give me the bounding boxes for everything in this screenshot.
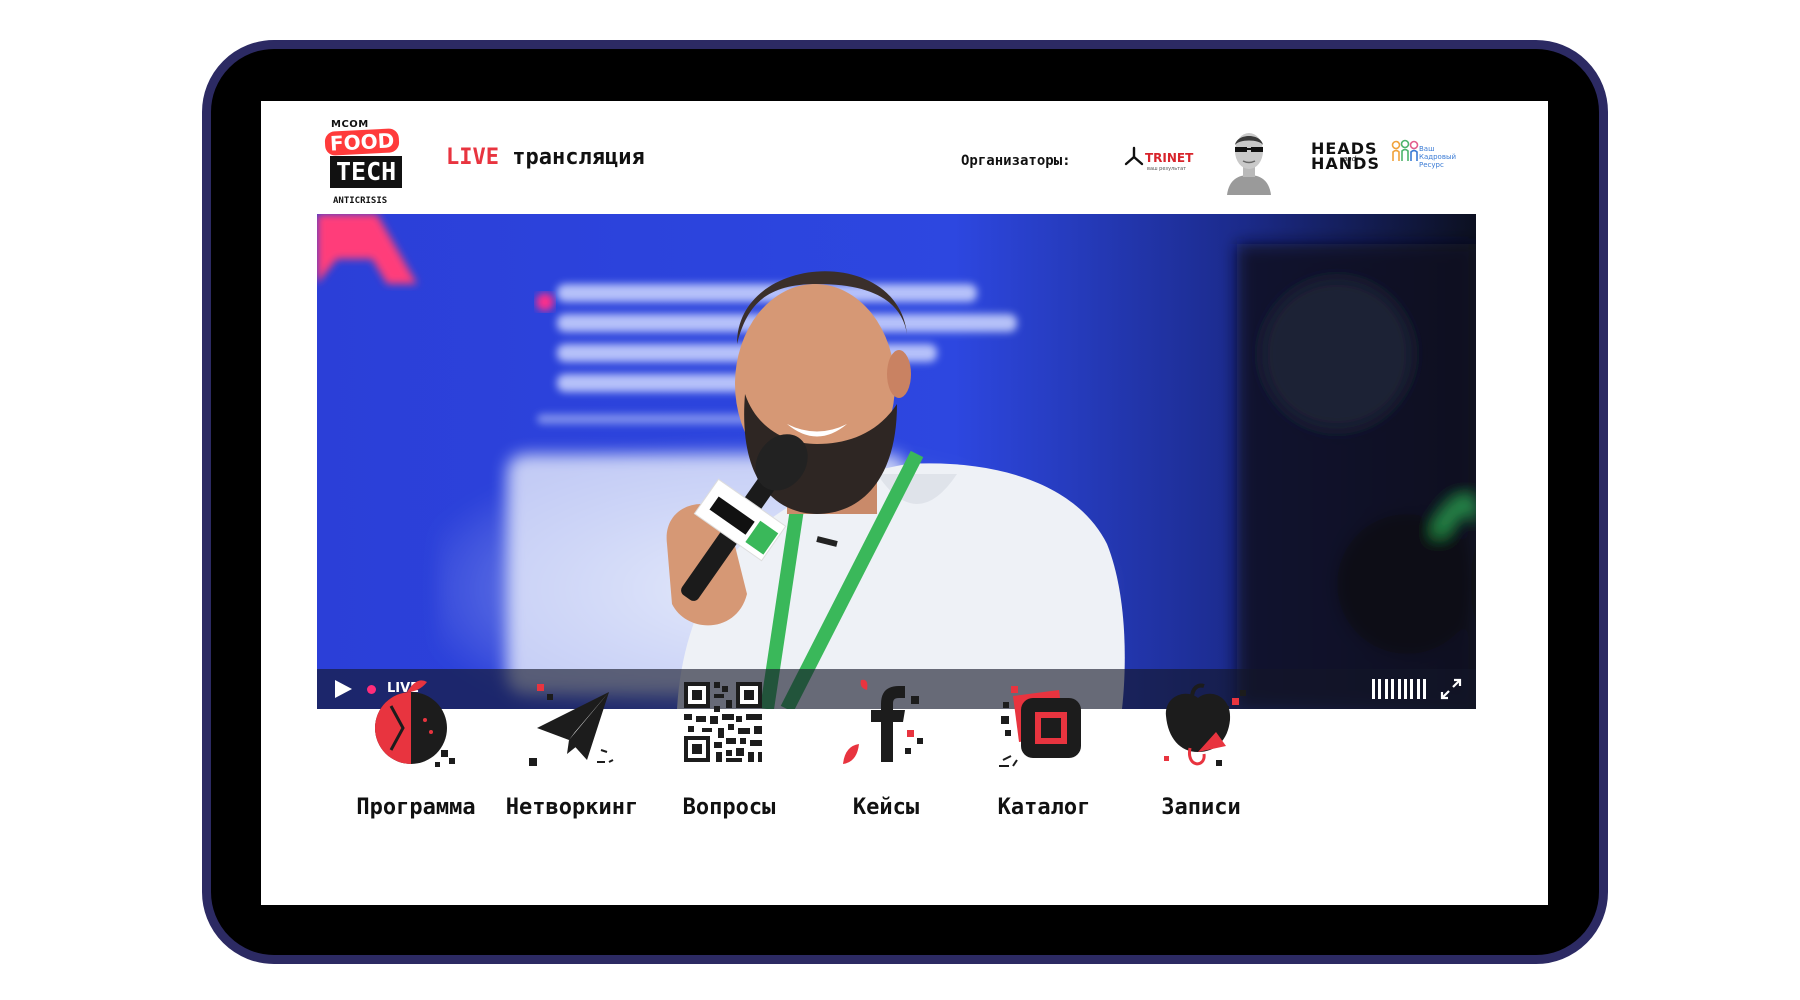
- bell-pepper-icon: [1164, 683, 1246, 766]
- video-player[interactable]: LIVE: [317, 214, 1476, 709]
- nav-label-questions: Вопросы: [682, 795, 776, 820]
- people-logo-icon: [1391, 139, 1419, 161]
- title-rest: трансляция: [512, 145, 645, 170]
- logo-anticrisis: ANTICRISIS: [333, 196, 388, 206]
- kr-line2: Кадровый: [1419, 153, 1457, 161]
- trinet-logo[interactable]: TRINET ваш результат: [1123, 146, 1193, 176]
- nav-label-program: Программа: [356, 795, 476, 820]
- facebook-f-icon: [843, 679, 923, 764]
- trinet-sub: ваш результат: [1147, 166, 1187, 172]
- nav-item-cases[interactable]: Кейсы: [811, 676, 961, 905]
- nav-label-catalog: Каталог: [997, 795, 1091, 820]
- stack-squares-icon: [999, 686, 1081, 767]
- nav-item-program[interactable]: Программа: [341, 676, 491, 905]
- nav-label-cases: Кейсы: [852, 795, 920, 820]
- page-title: LIVE трансляция: [446, 145, 645, 170]
- hh-line2: HANDS: [1311, 154, 1380, 173]
- logo-mcom: MCOM: [331, 119, 369, 130]
- kr-line3: Ресурс: [1419, 161, 1444, 169]
- kr-line1: Ваш: [1419, 145, 1435, 153]
- organizers-label: Организаторы:: [961, 153, 1071, 169]
- nav-menu: Программа Нетворкинг Вопросы Кейсы Катал…: [341, 676, 1471, 905]
- nav-item-questions[interactable]: Вопросы: [654, 676, 804, 905]
- trinet-name: TRINET: [1145, 151, 1194, 165]
- kadroviy-resurs-logo[interactable]: Ваш Кадровый Ресурс: [1391, 139, 1471, 179]
- kr-text: Ваш Кадровый Ресурс: [1419, 145, 1456, 169]
- organizer-avatar[interactable]: [1221, 125, 1277, 195]
- live-word: LIVE: [446, 145, 499, 170]
- avatar-sunglasses-icon: [1227, 133, 1271, 195]
- nav-label-records: Записи: [1161, 795, 1241, 820]
- fruit-head-icon: [375, 680, 455, 767]
- nav-label-networking: Нетворкинг: [505, 795, 639, 820]
- logo-tech: TECH: [330, 156, 403, 188]
- screen: MCOM FOOD TECH ANTICRISIS LIVE трансляци…: [261, 101, 1548, 905]
- video-frame-speaker: [317, 214, 1476, 709]
- qr-code-icon: [684, 682, 762, 762]
- trinet-icon: [1124, 146, 1144, 166]
- nav-item-records[interactable]: Записи: [1126, 676, 1276, 905]
- nav-item-networking[interactable]: Нетворкинг: [497, 676, 647, 905]
- heads-and-hands-logo[interactable]: HEADS and HANDS: [1311, 141, 1391, 177]
- logo-food: FOOD: [324, 128, 400, 156]
- paper-plane-icon: [529, 684, 614, 766]
- foodtech-logo[interactable]: MCOM FOOD TECH ANTICRISIS: [324, 119, 409, 211]
- nav-item-catalog[interactable]: Каталог: [969, 676, 1119, 905]
